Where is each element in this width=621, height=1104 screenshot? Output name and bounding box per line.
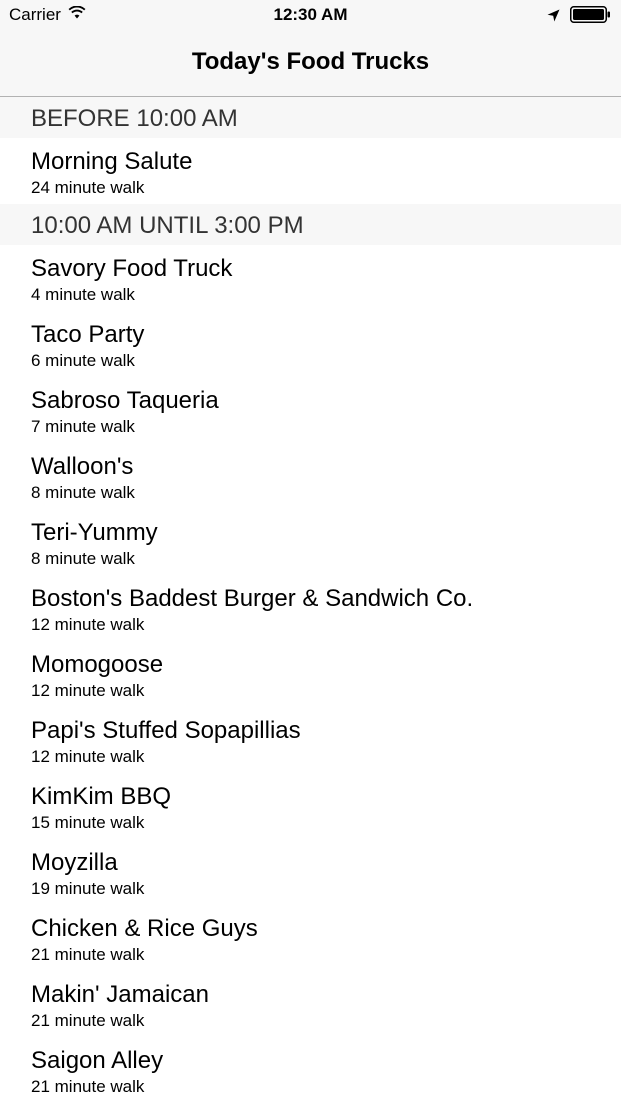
list-item[interactable]: Makin' Jamaican 21 minute walk xyxy=(0,971,621,1037)
walk-time: 6 minute walk xyxy=(31,351,135,370)
truck-name: Sabroso Taqueria xyxy=(31,387,219,414)
walk-time: 12 minute walk xyxy=(31,747,145,766)
truck-name: Boston's Baddest Burger & Sandwich Co. xyxy=(31,585,474,612)
list-item[interactable]: Walloon's 8 minute walk xyxy=(0,443,621,509)
list-item[interactable]: Chicken & Rice Guys 21 minute walk xyxy=(0,905,621,971)
list-item[interactable]: Momogoose 12 minute walk xyxy=(0,641,621,707)
list-item[interactable]: Boston's Baddest Burger & Sandwich Co. 1… xyxy=(0,575,621,641)
truck-name: Makin' Jamaican xyxy=(31,981,209,1008)
status-bar: Carrier 12:30 AM xyxy=(0,0,621,30)
walk-time: 24 minute walk xyxy=(31,178,145,197)
list-item[interactable]: Savory Food Truck 4 minute walk xyxy=(0,245,621,311)
truck-name: Morning Salute xyxy=(31,148,193,175)
walk-time: 21 minute walk xyxy=(31,1077,145,1096)
list-item[interactable]: Morning Salute 24 minute walk xyxy=(0,138,621,204)
location-arrow-icon xyxy=(547,7,560,27)
truck-name: KimKim BBQ xyxy=(31,783,172,810)
battery-icon xyxy=(570,6,611,28)
truck-name: Chicken & Rice Guys xyxy=(31,915,258,942)
truck-name: Saigon Alley xyxy=(31,1047,164,1074)
section-title: 10:00 AM UNTIL 3:00 PM xyxy=(31,212,304,239)
list-item[interactable]: Papi's Stuffed Sopapillias 12 minute wal… xyxy=(0,707,621,773)
walk-time: 21 minute walk xyxy=(31,945,145,964)
list-item[interactable]: Sabroso Taqueria 7 minute walk xyxy=(0,377,621,443)
list-item[interactable]: Moyzilla 19 minute walk xyxy=(0,839,621,905)
food-truck-list: BEFORE 10:00 AM Morning Salute 24 minute… xyxy=(0,97,621,1103)
walk-time: 21 minute walk xyxy=(31,1011,145,1030)
truck-name: Taco Party xyxy=(31,321,145,348)
walk-time: 8 minute walk xyxy=(31,549,135,568)
walk-time: 4 minute walk xyxy=(31,285,135,304)
list-item[interactable]: Taco Party 6 minute walk xyxy=(0,311,621,377)
truck-name: Walloon's xyxy=(31,453,134,480)
walk-time: 8 minute walk xyxy=(31,483,135,502)
section-header: BEFORE 10:00 AM xyxy=(0,97,621,138)
truck-name: Savory Food Truck xyxy=(31,255,233,282)
status-right xyxy=(547,6,611,28)
list-item[interactable]: Teri-Yummy 8 minute walk xyxy=(0,509,621,575)
truck-name: Papi's Stuffed Sopapillias xyxy=(31,717,301,744)
list-item[interactable]: Saigon Alley 21 minute walk xyxy=(0,1037,621,1103)
section-header: 10:00 AM UNTIL 3:00 PM xyxy=(0,204,621,245)
walk-time: 12 minute walk xyxy=(31,615,145,634)
section-title: BEFORE 10:00 AM xyxy=(31,105,238,132)
truck-name: Moyzilla xyxy=(31,849,118,876)
list-item[interactable]: KimKim BBQ 15 minute walk xyxy=(0,773,621,839)
truck-name: Momogoose xyxy=(31,651,164,678)
truck-name: Teri-Yummy xyxy=(31,519,158,546)
navigation-bar: Today's Food Trucks xyxy=(0,30,621,97)
walk-time: 15 minute walk xyxy=(31,813,145,832)
status-time: 12:30 AM xyxy=(273,5,348,24)
walk-time: 19 minute walk xyxy=(31,879,145,898)
walk-time: 12 minute walk xyxy=(31,681,145,700)
walk-time: 7 minute walk xyxy=(31,417,135,436)
page-title: Today's Food Trucks xyxy=(191,48,430,75)
